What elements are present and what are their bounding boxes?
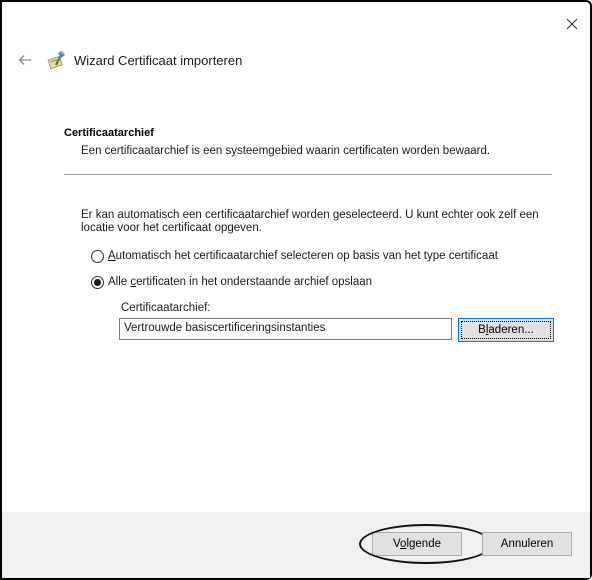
browse-button[interactable]: Bladeren...: [458, 318, 554, 342]
wizard-title: Wizard Certificaat importeren: [74, 52, 243, 68]
browse-label: Bladeren...: [478, 324, 534, 336]
close-button[interactable]: [562, 14, 582, 34]
wizard-title-row: Wizard Certificaat importeren: [16, 48, 242, 72]
import-wizard-window: Wizard Certificaat importeren Certificaa…: [0, 0, 592, 580]
close-icon: [566, 18, 578, 30]
next-label: Volgende: [393, 538, 441, 550]
radio-automatic-select[interactable]: Automatisch het certificaatarchief selec…: [91, 248, 498, 264]
radio-button-unchecked[interactable]: [91, 249, 104, 263]
page-title: Certificaatarchief: [64, 127, 154, 139]
radio-button-checked[interactable]: [91, 275, 104, 289]
wizard-footer: Volgende Annuleren: [2, 512, 590, 578]
cancel-button[interactable]: Annuleren: [482, 532, 572, 556]
radio-manual-store[interactable]: Alle certificaten in het onderstaande ar…: [91, 274, 372, 290]
radio-automatic-label: Automatisch het certificaatarchief selec…: [108, 250, 498, 262]
back-arrow-icon: [18, 55, 31, 65]
header-separator: [64, 174, 552, 175]
next-button[interactable]: Volgende: [372, 532, 462, 556]
store-field[interactable]: Vertrouwde basiscertificeringsinstanties: [119, 318, 452, 340]
page-description: Een certificaatarchief is een systeemgeb…: [81, 145, 491, 157]
store-label: Certificaatarchief:: [121, 302, 211, 314]
radio-manual-label: Alle certificaten in het onderstaande ar…: [108, 276, 373, 288]
certificate-wizard-icon: [47, 51, 65, 70]
back-button[interactable]: [16, 51, 34, 69]
intro-text: Er kan automatisch een certificaatarchie…: [81, 209, 539, 234]
